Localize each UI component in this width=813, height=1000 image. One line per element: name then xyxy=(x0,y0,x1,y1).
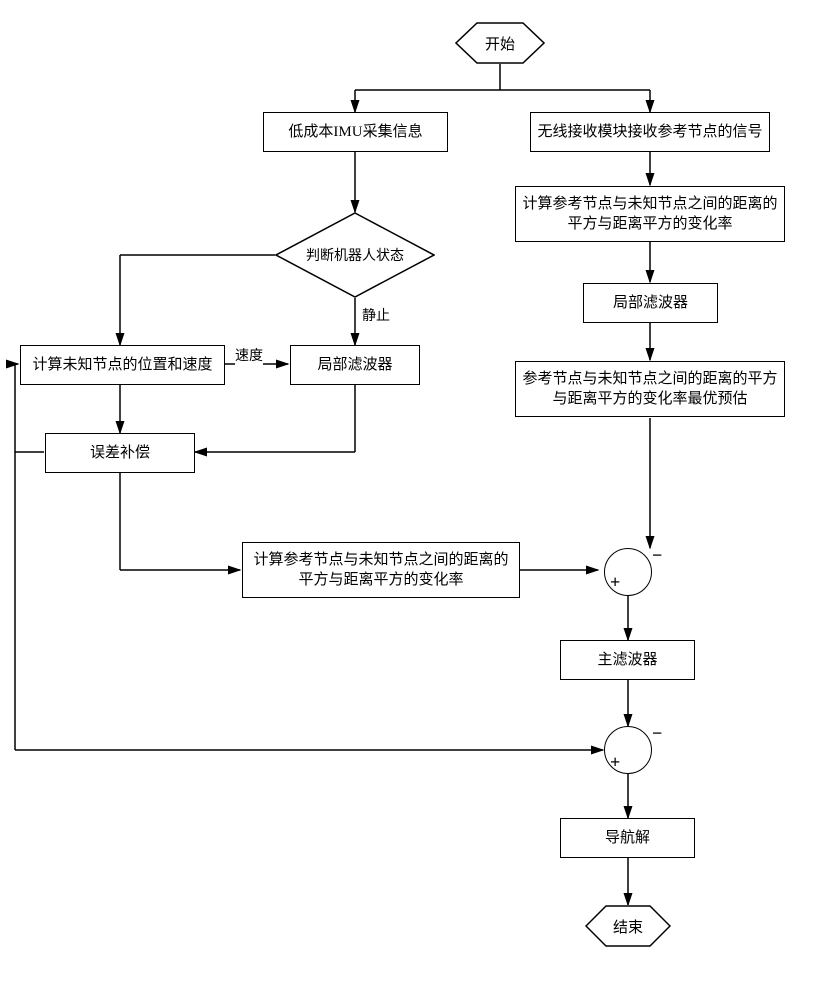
calc-left-label: 计算参考节点与未知节点之间的距离的平方与距离平方的变化率 xyxy=(249,550,513,591)
opt-node: 参考节点与未知节点之间的距离的平方与距离平方的变化率最优预估 xyxy=(515,361,785,417)
state-decision: 判断机器人状态 xyxy=(275,212,435,298)
calc-left-node: 计算参考节点与未知节点之间的距离的平方与距离平方的变化率 xyxy=(242,542,520,598)
pv-label: 计算未知节点的位置和速度 xyxy=(32,355,212,375)
opt-label: 参考节点与未知节点之间的距离的平方与距离平方的变化率最优预估 xyxy=(522,369,778,410)
end-label: 结束 xyxy=(613,916,643,937)
sum1-plus: + xyxy=(610,572,620,593)
imu-label: 低成本IMU采集信息 xyxy=(288,122,422,142)
pv-node: 计算未知节点的位置和速度 xyxy=(20,345,225,385)
start-label: 开始 xyxy=(485,33,515,54)
main-filter-node: 主滤波器 xyxy=(560,640,695,680)
lf-right-label: 局部滤波器 xyxy=(613,293,688,313)
rx-node: 无线接收模块接收参考节点的信号 xyxy=(530,112,770,152)
main-label: 主滤波器 xyxy=(597,650,657,670)
calc-right-label: 计算参考节点与未知节点之间的距离的平方与距离平方的变化率 xyxy=(522,194,778,235)
calc-right-node: 计算参考节点与未知节点之间的距离的平方与距离平方的变化率 xyxy=(515,186,785,242)
nav-label: 导航解 xyxy=(605,828,650,848)
err-label: 误差补偿 xyxy=(90,443,150,463)
local-filter-left: 局部滤波器 xyxy=(290,345,420,385)
lf-left-label: 局部滤波器 xyxy=(317,355,392,375)
sum2-minus: − xyxy=(652,723,662,744)
speed-label: 速度 xyxy=(235,345,263,365)
local-filter-right: 局部滤波器 xyxy=(583,283,718,323)
start-node: 开始 xyxy=(455,22,545,64)
end-node: 结束 xyxy=(585,905,671,947)
error-comp-node: 误差补偿 xyxy=(45,433,195,473)
rx-label: 无线接收模块接收参考节点的信号 xyxy=(537,122,762,142)
still-label: 静止 xyxy=(362,305,390,325)
sum1-minus: − xyxy=(652,545,662,566)
imu-node: 低成本IMU采集信息 xyxy=(263,112,448,152)
state-label: 判断机器人状态 xyxy=(291,245,419,265)
sum2-plus: + xyxy=(610,752,620,773)
nav-node: 导航解 xyxy=(560,818,695,858)
